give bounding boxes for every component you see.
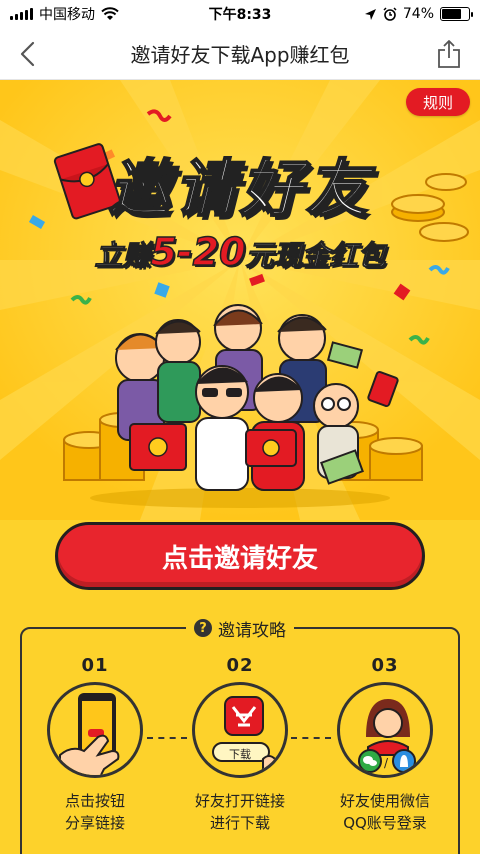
guide-step-1: 01 点击按钮 分享链接 <box>20 655 170 834</box>
guide-step-3: 03 / 好友使用微信 QQ账号登录 <box>310 655 460 834</box>
app-download-icon <box>212 696 276 775</box>
hero-subtitle-amount: 5-20 <box>150 229 247 275</box>
step-illustration <box>47 682 143 778</box>
back-arrow-icon[interactable] <box>16 40 40 68</box>
invite-guide-title: 邀请攻略 <box>218 620 286 641</box>
alarm-icon <box>383 7 397 21</box>
step-text-line2: 进行下载 <box>209 814 270 832</box>
status-bar: 中国移动 下午8:33 74% <box>0 0 480 28</box>
step-text: 好友使用微信 QQ账号登录 <box>310 790 460 834</box>
battery-level <box>442 9 462 19</box>
wifi-icon <box>101 7 119 20</box>
status-left: 中国移动 <box>10 4 180 24</box>
download-badge-label: 下载 <box>229 748 251 761</box>
guide-step-2: 02 下载 好友打开链接 进行下载 <box>165 655 315 834</box>
step-number: 01 <box>81 655 109 676</box>
invite-guide-title-wrap: ? 邀请攻略 <box>186 616 294 641</box>
step-text-line2: 分享链接 <box>64 814 125 832</box>
hero-subtitle-prefix: 立赚 <box>94 239 151 273</box>
signal-icon <box>10 8 33 20</box>
step-text-line1: 好友打开链接 <box>194 792 285 810</box>
share-icon[interactable] <box>436 39 462 69</box>
hero-title: 邀请好友 <box>107 151 372 226</box>
invite-friends-button[interactable]: 点击邀请好友 <box>55 522 425 590</box>
hero-subtitle-suffix: 元现金红包 <box>245 239 386 273</box>
carrier-label: 中国移动 <box>39 7 95 23</box>
step-text-line1: 点击按钮 <box>64 792 125 810</box>
step-illustration: / <box>337 682 433 778</box>
page-title: 邀请好友下载App赚红包 <box>130 43 350 67</box>
location-arrow-icon <box>364 8 376 20</box>
rules-button[interactable]: 规则 <box>406 88 470 116</box>
status-time: 下午8:33 <box>208 7 272 23</box>
hero-banner: 规则 邀请好友 立赚5-20元现金红包 <box>0 80 480 520</box>
phone-share-icon <box>59 693 120 775</box>
step-text-line1: 好友使用微信 <box>339 792 430 810</box>
battery-icon <box>440 7 473 21</box>
question-icon: ? <box>194 619 212 637</box>
invite-guide-header: ? 邀请攻略 <box>0 616 480 641</box>
battery-percent: 74% <box>402 6 434 22</box>
step-text: 好友打开链接 进行下载 <box>165 790 315 834</box>
step-illustration: 下载 <box>192 682 288 778</box>
user-login-icon: / <box>358 699 416 773</box>
status-right: 74% <box>300 6 473 22</box>
hero-subtitle: 立赚5-20元现金红包 <box>0 229 480 275</box>
step-text: 点击按钮 分享链接 <box>20 790 170 834</box>
svg-text:/: / <box>384 756 389 770</box>
nav-bar: 邀请好友下载App赚红包 <box>0 28 480 80</box>
step-text-line2: QQ账号登录 <box>343 814 427 832</box>
step-number: 03 <box>371 655 399 676</box>
step-number: 02 <box>226 655 254 676</box>
